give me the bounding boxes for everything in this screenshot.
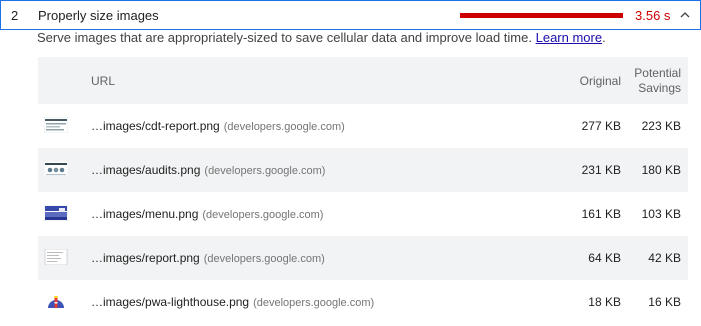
- audit-header[interactable]: 2 Properly size images 3.56 s: [0, 0, 701, 30]
- row-potential-savings: 180 KB: [641, 163, 681, 177]
- row-potential-savings: 16 KB: [648, 295, 681, 309]
- column-header-original: Original: [579, 74, 621, 88]
- row-url-path: …images/cdt-report.png: [91, 119, 220, 133]
- row-url[interactable]: …images/cdt-report.png (developers.google…: [91, 119, 345, 133]
- row-potential-savings: 42 KB: [648, 251, 681, 265]
- row-original-size: 64 KB: [588, 251, 621, 265]
- column-header-savings: Potential Savings: [634, 66, 681, 96]
- table-row: …images/audits.png (developers.google.com…: [38, 148, 688, 192]
- row-url-host: (developers.google.com): [223, 121, 345, 133]
- column-header-savings-line1: Potential: [634, 66, 681, 80]
- column-header-savings-line2: Savings: [638, 81, 681, 95]
- row-url-host: (developers.google.com): [202, 209, 324, 221]
- pwa-lighthouse-thumbnail: [48, 296, 64, 308]
- audit-savings-bar: [460, 13, 623, 18]
- row-url[interactable]: …images/audits.png (developers.google.com…: [91, 163, 325, 177]
- audit-number: 2: [11, 8, 19, 23]
- row-url[interactable]: …images/pwa-lighthouse.png (developers.go…: [91, 295, 374, 309]
- row-url-path: …images/report.png: [91, 251, 200, 265]
- row-potential-savings: 223 KB: [641, 119, 681, 133]
- description-period: .: [602, 30, 606, 45]
- audit-description-text: Serve images that are appropriately-size…: [37, 30, 532, 45]
- audit-description: Serve images that are appropriately-size…: [37, 30, 606, 45]
- row-url[interactable]: …images/menu.png (developers.google.com): [91, 207, 323, 221]
- cdt-report-thumbnail: [44, 117, 68, 133]
- row-url-host: (developers.google.com): [253, 297, 375, 309]
- row-original-size: 231 KB: [581, 163, 621, 177]
- learn-more-link[interactable]: Learn more: [536, 30, 602, 45]
- audit-title: Properly size images: [38, 8, 159, 23]
- row-original-size: 161 KB: [581, 207, 621, 221]
- menu-thumbnail: [44, 205, 68, 221]
- table-row: …images/menu.png (developers.google.com) …: [38, 192, 688, 236]
- row-url-path: …images/menu.png: [91, 207, 199, 221]
- column-header-url: URL: [91, 74, 116, 88]
- row-url-host: (developers.google.com): [204, 165, 326, 177]
- table-row: …images/report.png (developers.google.com…: [38, 236, 688, 280]
- table-row: …images/pwa-lighthouse.png (developers.go…: [38, 280, 688, 324]
- chevron-up-icon[interactable]: [680, 10, 690, 20]
- row-url-path: …images/audits.png: [91, 163, 201, 177]
- audits-thumbnail: [44, 161, 68, 177]
- audit-time: 3.56 s: [635, 8, 671, 23]
- row-original-size: 277 KB: [581, 119, 621, 133]
- row-potential-savings: 103 KB: [641, 207, 681, 221]
- opportunity-table: URL Original Potential Savings …images/c…: [38, 57, 688, 324]
- row-url[interactable]: …images/report.png (developers.google.com…: [91, 251, 325, 265]
- row-url-path: …images/pwa-lighthouse.png: [91, 295, 250, 309]
- report-thumbnail: [44, 249, 68, 265]
- row-url-host: (developers.google.com): [203, 253, 325, 265]
- table-row: …images/cdt-report.png (developers.google…: [38, 104, 688, 148]
- table-header: URL Original Potential Savings: [38, 57, 688, 104]
- row-original-size: 18 KB: [588, 295, 621, 309]
